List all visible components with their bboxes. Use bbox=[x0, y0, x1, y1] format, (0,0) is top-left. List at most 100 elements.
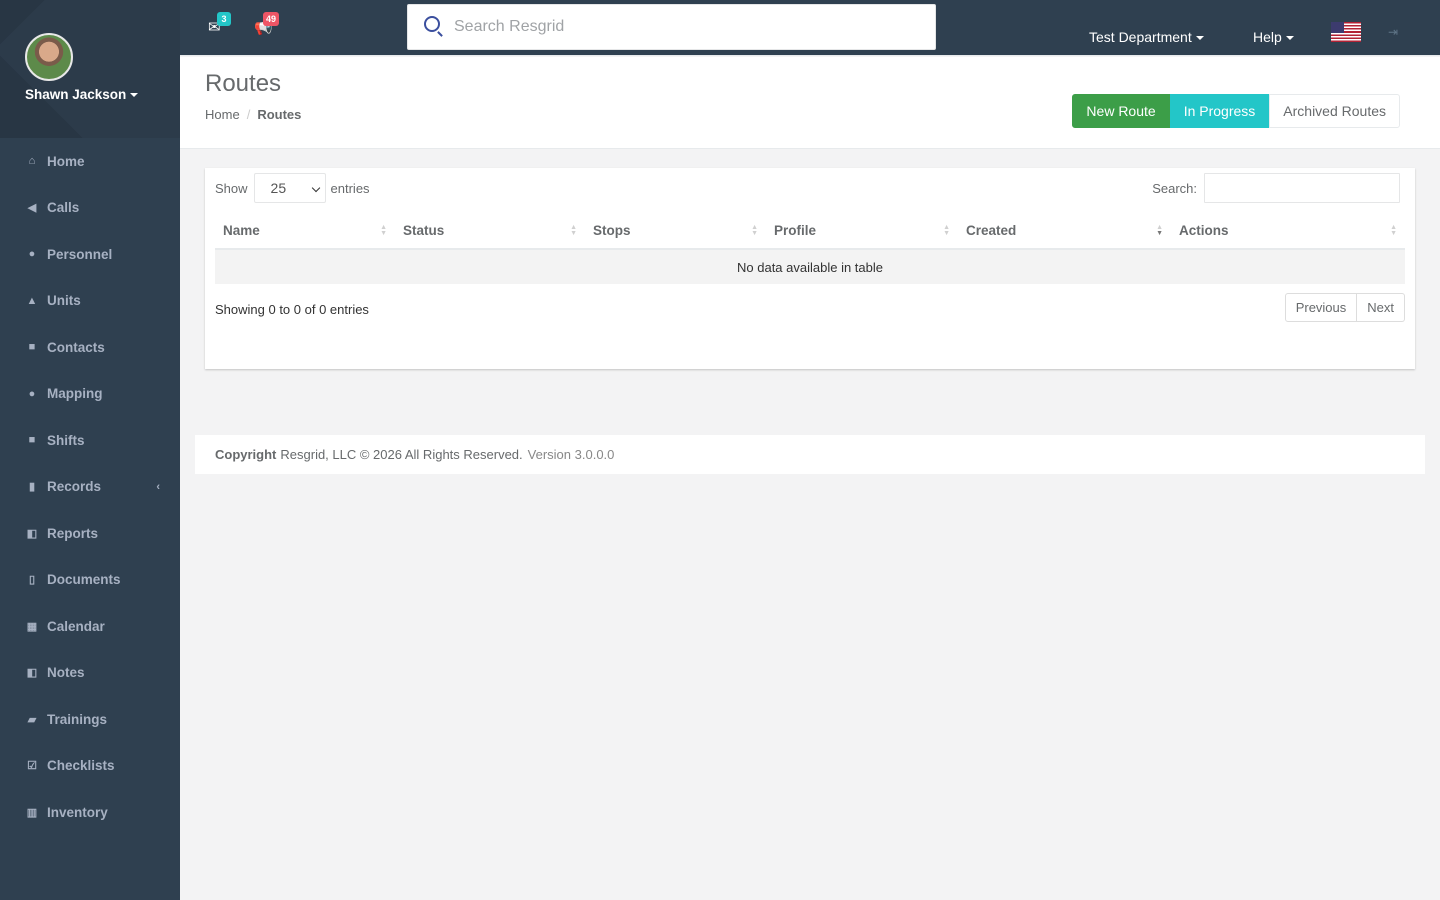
department-dropdown[interactable]: Test Department bbox=[1089, 29, 1204, 45]
sidebar-item-home[interactable]: ⌂ Home bbox=[0, 138, 180, 185]
chevron-down-icon bbox=[311, 183, 320, 193]
copyright-label: Copyright bbox=[215, 447, 277, 462]
column-label: Profile bbox=[774, 222, 817, 238]
sidebar-item-label: Personnel bbox=[47, 246, 113, 262]
page-header: Routes Home / Routes New Route In Progress… bbox=[180, 57, 1440, 149]
book-icon: ▰ bbox=[27, 713, 37, 726]
sidebar-item-label: Shifts bbox=[47, 432, 85, 448]
pagination: Previous Next bbox=[1284, 293, 1405, 322]
sidebar-item-label: Notes bbox=[47, 665, 85, 681]
sidebar-item-records[interactable]: ▮ Records ‹ bbox=[0, 464, 180, 511]
address-book-icon: ■ bbox=[28, 341, 36, 354]
notes-icon: ◧ bbox=[26, 667, 38, 680]
sort-icon: ▲ ▼ bbox=[380, 224, 387, 237]
routes-table: Name ▲ ▼ Status ▲ ▼ Stops ▲ ▼ Profile ▲ ▼ Create… bbox=[215, 212, 1405, 284]
column-label: Status bbox=[403, 222, 445, 238]
sidebar-item-label: Units bbox=[47, 293, 81, 309]
page-length-value: 25 bbox=[270, 180, 287, 196]
help-label: Help bbox=[1253, 29, 1282, 45]
map-marker-icon: ● bbox=[28, 387, 36, 400]
sidebar-item-label: Trainings bbox=[47, 711, 108, 727]
messages-button[interactable]: ✉ 3 bbox=[208, 12, 231, 36]
sidebar-item-inventory[interactable]: ▥ Inventory bbox=[0, 789, 180, 836]
calls-count-badge: 49 bbox=[263, 12, 280, 26]
page-length-select[interactable]: 25 bbox=[253, 173, 326, 203]
home-icon: ⌂ bbox=[28, 155, 36, 168]
breadcrumb-separator: / bbox=[246, 107, 251, 122]
copyright-text: Resgrid, LLC © 2026 All Rights Reserved. bbox=[280, 447, 523, 462]
file-icon: ▮ bbox=[28, 481, 36, 494]
profile-name-dropdown[interactable]: Shawn Jackson bbox=[25, 87, 139, 102]
column-header-created[interactable]: Created ▲ ▼ bbox=[958, 212, 1171, 250]
routes-panel: Show 25 entries Search: Name ▲ ▼ Status ▲ ▼ … bbox=[205, 168, 1415, 369]
column-label: Created bbox=[966, 222, 1017, 238]
bullhorn-icon: ◀ bbox=[27, 202, 37, 215]
user-icon: ● bbox=[28, 248, 36, 261]
document-icon: ▯ bbox=[28, 574, 36, 587]
sort-icon: ▲ ▼ bbox=[1390, 224, 1397, 237]
sort-icon: ▲ ▼ bbox=[943, 224, 950, 237]
column-header-actions[interactable]: Actions ▲ ▼ bbox=[1171, 212, 1405, 250]
column-label: Stops bbox=[593, 222, 631, 238]
breadcrumb-home-link[interactable]: Home bbox=[205, 107, 240, 122]
sidebar-item-label: Records bbox=[47, 479, 102, 495]
sidebar-item-personnel[interactable]: ● Personnel bbox=[0, 231, 180, 278]
page-title: Routes bbox=[205, 70, 282, 97]
column-label: Actions bbox=[1179, 222, 1229, 238]
sidebar-item-calendar[interactable]: ▦ Calendar bbox=[0, 603, 180, 650]
column-header-status[interactable]: Status ▲ ▼ bbox=[395, 212, 585, 250]
footer: Copyright Resgrid, LLC © 2026 All Rights… bbox=[195, 435, 1425, 474]
sidebar-item-label: Documents bbox=[47, 572, 121, 588]
in-progress-button[interactable]: In Progress bbox=[1169, 94, 1270, 128]
column-label: Name bbox=[223, 222, 260, 238]
sort-icon: ▲ ▼ bbox=[751, 224, 758, 237]
sidebar-item-units[interactable]: ▲ Units bbox=[0, 278, 180, 325]
sidebar-item-mapping[interactable]: ● Mapping bbox=[0, 371, 180, 418]
filter-label: Search: bbox=[1152, 180, 1197, 196]
sidebar-item-notes[interactable]: ◧ Notes bbox=[0, 650, 180, 697]
reports-icon: ◧ bbox=[26, 527, 38, 540]
sidebar-item-label: Inventory bbox=[47, 804, 108, 820]
column-header-profile[interactable]: Profile ▲ ▼ bbox=[766, 212, 958, 250]
truck-icon: ▲ bbox=[26, 294, 38, 307]
sidebar-item-label: Reports bbox=[47, 525, 99, 541]
search-icon bbox=[424, 16, 440, 32]
sidebar-item-checklists[interactable]: ☑ Checklists bbox=[0, 743, 180, 790]
route-actions: New Route In Progress Archived Routes bbox=[1072, 94, 1400, 128]
sign-out-icon[interactable]: ⇥ bbox=[1388, 25, 1398, 39]
sidebar-item-reports[interactable]: ◧ Reports bbox=[0, 510, 180, 557]
avatar[interactable] bbox=[25, 33, 73, 81]
sidebar-item-label: Home bbox=[47, 153, 85, 169]
sidebar-item-label: Mapping bbox=[47, 386, 103, 402]
sidebar-item-contacts[interactable]: ■ Contacts bbox=[0, 324, 180, 371]
caret-down-icon bbox=[1285, 36, 1294, 41]
column-header-name[interactable]: Name ▲ ▼ bbox=[215, 212, 395, 250]
table-search-input[interactable] bbox=[1204, 173, 1400, 203]
calendar-icon: ▦ bbox=[26, 620, 38, 633]
sidebar-item-calls[interactable]: ◀ Calls bbox=[0, 185, 180, 232]
help-dropdown[interactable]: Help bbox=[1253, 29, 1294, 45]
sidebar-item-trainings[interactable]: ▰ Trainings bbox=[0, 696, 180, 743]
chevron-left-icon: ‹ bbox=[156, 480, 160, 493]
sidebar-item-shifts[interactable]: ■ Shifts bbox=[0, 417, 180, 464]
sidebar-item-label: Calendar bbox=[47, 618, 105, 634]
archived-routes-button[interactable]: Archived Routes bbox=[1269, 94, 1400, 128]
table-header-row: Name ▲ ▼ Status ▲ ▼ Stops ▲ ▼ Profile ▲ ▼ Create… bbox=[215, 212, 1405, 250]
calls-button[interactable]: 📢 49 bbox=[254, 12, 280, 36]
previous-page-button[interactable]: Previous bbox=[1284, 293, 1358, 322]
sidebar-item-label: Calls bbox=[47, 200, 80, 216]
messages-count-badge: 3 bbox=[217, 12, 231, 26]
us-flag-icon[interactable] bbox=[1331, 22, 1361, 42]
briefcase-icon: ■ bbox=[28, 434, 36, 447]
breadcrumb-current: Routes bbox=[257, 107, 302, 122]
column-header-stops[interactable]: Stops ▲ ▼ bbox=[585, 212, 766, 250]
sidebar-item-documents[interactable]: ▯ Documents bbox=[0, 557, 180, 604]
sort-desc-icon: ▲ ▼ bbox=[1156, 224, 1163, 237]
next-page-button[interactable]: Next bbox=[1357, 293, 1405, 322]
global-search-input[interactable] bbox=[454, 5, 924, 49]
profile-name: Shawn Jackson bbox=[25, 87, 127, 102]
version-text: Version 3.0.0.0 bbox=[527, 447, 615, 462]
sidebar: Shawn Jackson ⌂ Home ◀ Calls ● Personnel ▲ U… bbox=[0, 0, 180, 900]
new-route-button[interactable]: New Route bbox=[1072, 94, 1170, 128]
sidebar-item-label: Checklists bbox=[47, 758, 115, 774]
